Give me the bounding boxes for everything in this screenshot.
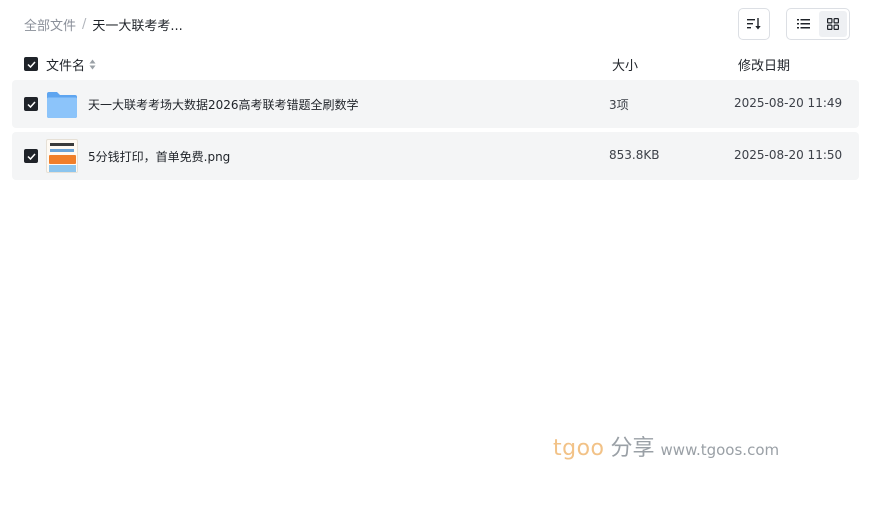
row-checkbox[interactable] (24, 149, 38, 163)
breadcrumb-separator: / (82, 16, 87, 32)
checkmark-icon (26, 100, 36, 108)
grid-view-icon (827, 18, 839, 30)
image-thumbnail (46, 139, 78, 173)
breadcrumb: 全部文件 / 天一大联考考... (24, 15, 183, 34)
watermark-cn: 分享 (610, 436, 655, 461)
grid-view-button[interactable] (819, 11, 847, 37)
sort-toggle-icon (89, 59, 96, 70)
header-name-label: 文件名 (46, 59, 86, 74)
watermark: tgoo 分享 www.tgoos.com (553, 430, 779, 462)
table-row[interactable]: 5分钱打印，首单免费.png 853.8KB 2025-08-20 11:50 (12, 132, 859, 180)
checkmark-icon (26, 152, 36, 160)
watermark-brand: tgoo (553, 436, 605, 461)
file-name[interactable]: 5分钱打印，首单免费.png (88, 148, 230, 165)
table-row[interactable]: 天一大联考考场大数据2026高考联考错题全刷数学 3项 2025-08-20 1… (12, 80, 859, 128)
header-date: 修改日期 (738, 59, 791, 74)
folder-icon (46, 88, 78, 120)
select-all-checkbox[interactable] (24, 57, 38, 71)
list-view-button[interactable] (789, 11, 817, 37)
sort-button[interactable] (738, 8, 770, 40)
file-size: 853.8KB (609, 148, 660, 162)
file-date: 2025-08-20 11:50 (734, 148, 843, 162)
view-toggle (786, 8, 850, 40)
table-header: 文件名 大小 修改日期 (12, 54, 862, 74)
header-name[interactable]: 文件名 (46, 55, 96, 74)
breadcrumb-current: 天一大联考考... (92, 18, 183, 34)
file-size: 3项 (609, 98, 629, 112)
sort-icon (747, 18, 761, 30)
list-view-icon (796, 19, 810, 29)
file-date: 2025-08-20 11:49 (734, 96, 843, 110)
checkmark-icon (26, 60, 36, 68)
toolbar (738, 8, 850, 40)
watermark-url: www.tgoos.com (660, 441, 780, 459)
header-size: 大小 (612, 59, 639, 74)
row-checkbox[interactable] (24, 97, 38, 111)
file-name[interactable]: 天一大联考考场大数据2026高考联考错题全刷数学 (88, 96, 359, 113)
breadcrumb-root[interactable]: 全部文件 (24, 15, 76, 34)
